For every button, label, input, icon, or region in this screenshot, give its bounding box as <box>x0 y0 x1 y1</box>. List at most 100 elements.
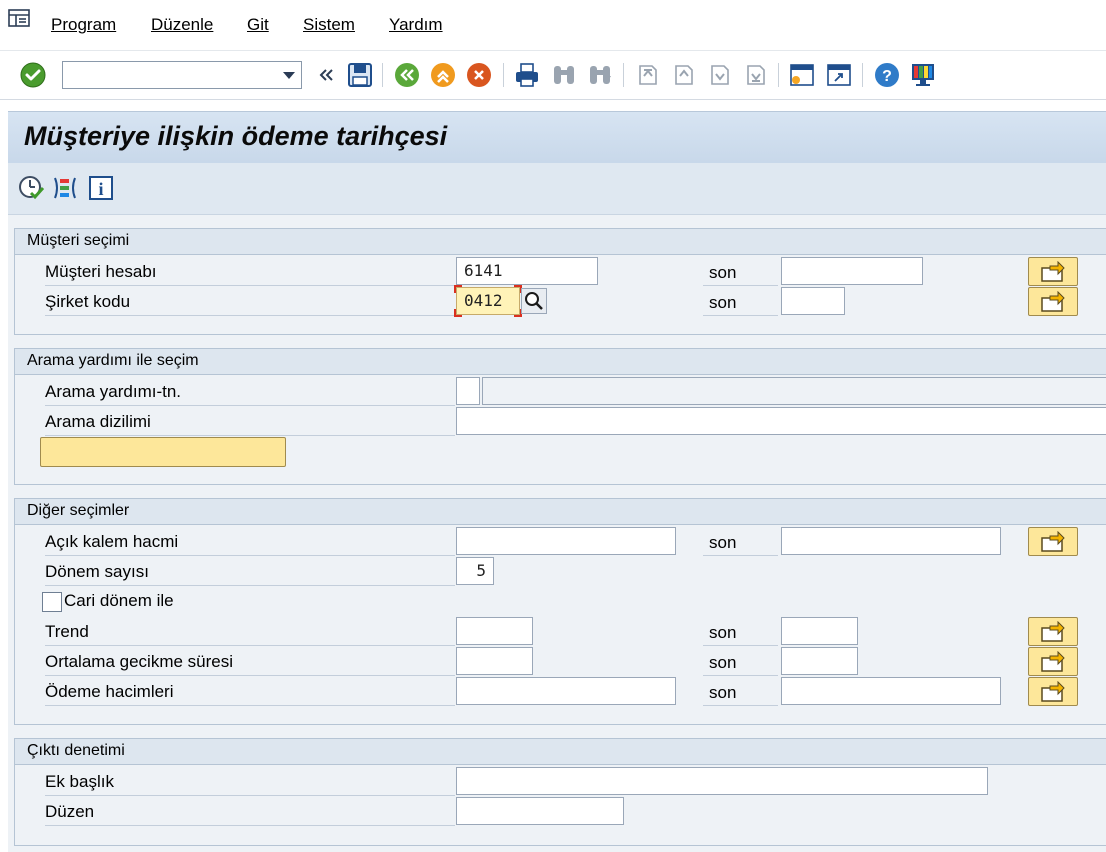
company-code-to-label: son <box>703 287 778 316</box>
customize-layout-icon[interactable] <box>910 62 936 88</box>
customer-account-to-label: son <box>703 257 778 286</box>
company-code-to-input[interactable] <box>781 287 845 315</box>
trend-multiple-selection-button[interactable] <box>1028 617 1078 646</box>
search-string-input[interactable] <box>456 407 1106 435</box>
open-items-volume-multiple-selection-button[interactable] <box>1028 527 1078 556</box>
history-back-icon[interactable] <box>313 62 339 88</box>
average-delay-multiple-selection-button[interactable] <box>1028 647 1078 676</box>
company-code-label: Şirket kodu <box>45 287 455 316</box>
application-toolbar: i <box>8 163 1106 215</box>
trend-to-input[interactable] <box>781 617 858 645</box>
search-help-id-input[interactable] <box>456 377 480 405</box>
current-period-checkbox[interactable] <box>42 592 62 612</box>
company-code-search-help-button[interactable] <box>521 288 547 314</box>
trend-label: Trend <box>45 617 455 646</box>
group-search-help-selection: Arama yardımı ile seçim Arama yardımı-tn… <box>14 348 1106 485</box>
trend-to-label: son <box>703 617 778 646</box>
toolbar-separator <box>382 63 383 87</box>
multiple-selection-icon <box>1041 291 1065 312</box>
menu-git[interactable]: Git <box>247 15 269 35</box>
standard-toolbar: ? <box>0 50 1106 100</box>
save-icon[interactable] <box>347 62 373 88</box>
exit-icon[interactable] <box>430 62 456 88</box>
last-page-icon[interactable] <box>742 62 768 88</box>
first-page-icon[interactable] <box>634 62 660 88</box>
page-title: Müşteriye ilişkin ödeme tarihçesi <box>24 121 448 151</box>
multiple-selection-icon <box>1041 531 1065 552</box>
enter-check-icon[interactable] <box>20 62 46 88</box>
open-items-volume-to-input[interactable] <box>781 527 1001 555</box>
group-customer-selection: Müşteri seçimi Müşteri hesabı 6141 son Ş… <box>14 228 1106 335</box>
help-icon[interactable]: ? <box>874 62 900 88</box>
additional-heading-label: Ek başlık <box>45 767 455 796</box>
trend-from-input[interactable] <box>456 617 533 645</box>
toolbar-separator <box>778 63 779 87</box>
previous-page-icon[interactable] <box>670 62 696 88</box>
menu-bar: Program Düzenle Git Sistem Yardım <box>0 0 1106 50</box>
cancel-icon[interactable] <box>466 62 492 88</box>
print-icon[interactable] <box>514 62 540 88</box>
payment-volumes-to-input[interactable] <box>781 677 1001 705</box>
payment-volumes-to-label: son <box>703 677 778 706</box>
get-variant-icon[interactable] <box>52 175 78 201</box>
back-icon[interactable] <box>394 62 420 88</box>
multiple-selection-icon <box>1041 261 1065 282</box>
layout-label: Düzen <box>45 797 455 826</box>
group-output-control: Çıktı denetimi Ek başlık Düzen <box>14 738 1106 846</box>
company-code-multiple-selection-button[interactable] <box>1028 287 1078 316</box>
toolbar-separator <box>503 63 504 87</box>
magnifier-icon <box>525 292 543 310</box>
focus-corner <box>454 285 462 293</box>
current-period-label: Cari dönem ile <box>64 591 174 610</box>
command-field[interactable] <box>62 61 302 89</box>
payment-volumes-from-input[interactable] <box>456 677 676 705</box>
open-items-volume-label: Açık kalem hacmi <box>45 527 455 556</box>
open-items-volume-from-input[interactable] <box>456 527 676 555</box>
menu-yardim[interactable]: Yardım <box>389 15 443 35</box>
layout-input[interactable] <box>456 797 624 825</box>
new-session-icon[interactable] <box>789 62 815 88</box>
sap-window: Program Düzenle Git Sistem Yardım ? Müşt… <box>0 0 1106 852</box>
customer-account-to-input[interactable] <box>781 257 923 285</box>
find-icon[interactable] <box>551 62 577 88</box>
additional-heading-input[interactable] <box>456 767 988 795</box>
multiple-selection-icon <box>1041 621 1065 642</box>
menu-sistem[interactable]: Sistem <box>303 15 355 35</box>
execute-icon[interactable] <box>18 175 44 201</box>
info-icon[interactable]: i <box>88 175 114 201</box>
shortcut-icon[interactable] <box>826 62 852 88</box>
company-code-from-input[interactable]: 0412 <box>456 287 520 315</box>
next-page-icon[interactable] <box>706 62 732 88</box>
payment-volumes-label: Ödeme hacimleri <box>45 677 455 706</box>
search-help-id-label: Arama yardımı-tn. <box>45 377 455 406</box>
find-next-icon[interactable] <box>587 62 613 88</box>
group-other-selections: Diğer seçimler Açık kalem hacmi son Döne… <box>14 498 1106 725</box>
customer-account-label: Müşteri hesabı <box>45 257 455 286</box>
average-delay-label: Ortalama gecikme süresi <box>45 647 455 676</box>
menu-program[interactable]: Program <box>51 15 116 35</box>
period-count-input[interactable]: 5 <box>456 557 494 585</box>
average-delay-from-input[interactable] <box>456 647 533 675</box>
average-delay-to-label: son <box>703 647 778 676</box>
period-count-label: Dönem sayısı <box>45 557 455 586</box>
focus-corner <box>454 309 462 317</box>
search-help-description <box>482 377 1106 405</box>
menu-duzenle[interactable]: Düzenle <box>151 15 213 35</box>
title-bar: Müşteriye ilişkin ödeme tarihçesi <box>8 111 1106 163</box>
selection-screen: Müşteri seçimi Müşteri hesabı 6141 son Ş… <box>8 215 1106 852</box>
payment-volumes-multiple-selection-button[interactable] <box>1028 677 1078 706</box>
group-title: Müşteri seçimi <box>15 229 1106 255</box>
group-title: Arama yardımı ile seçim <box>15 349 1106 375</box>
svg-text:i: i <box>98 179 103 199</box>
customer-account-from-input[interactable]: 6141 <box>456 257 598 285</box>
open-items-volume-to-label: son <box>703 527 778 556</box>
toolbar-separator <box>862 63 863 87</box>
search-help-button[interactable] <box>40 437 286 467</box>
system-menu-icon[interactable] <box>8 9 30 27</box>
customer-account-multiple-selection-button[interactable] <box>1028 257 1078 286</box>
toolbar-separator <box>623 63 624 87</box>
command-dropdown-icon[interactable] <box>283 72 295 79</box>
svg-text:?: ? <box>882 68 892 85</box>
average-delay-to-input[interactable] <box>781 647 858 675</box>
group-title: Diğer seçimler <box>15 499 1106 525</box>
